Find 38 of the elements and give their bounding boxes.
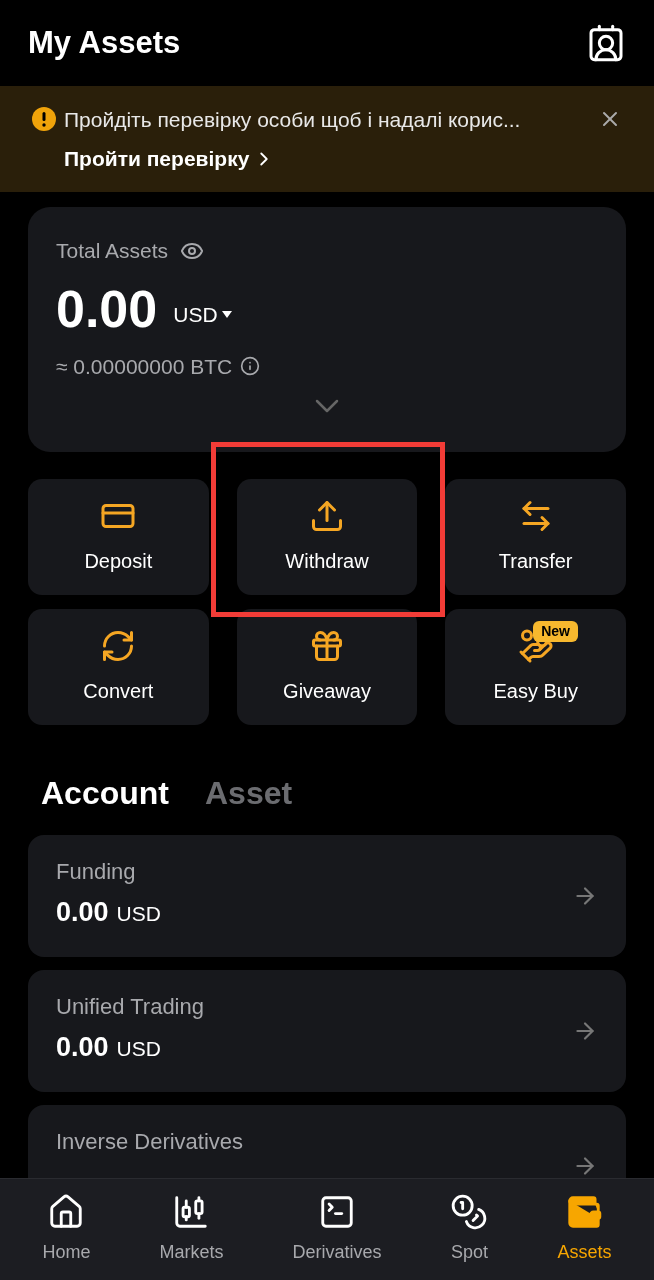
account-name: Inverse Derivatives (56, 1128, 244, 1156)
info-icon (240, 356, 261, 377)
nav-tab[interactable]: Spot (450, 1193, 489, 1266)
coins-icon (450, 1193, 489, 1231)
total-assets-label: Total Assets (56, 238, 169, 264)
account-card[interactable]: Inverse Derivatives (28, 1105, 626, 1178)
nav-tab[interactable]: Assets (557, 1193, 612, 1266)
account-amount: 0.00 (56, 896, 109, 929)
btc-equivalent: ≈ 0.00000000 BTC (56, 353, 233, 380)
account-name: Funding (56, 858, 137, 886)
account-amount: 0.00 (56, 1031, 109, 1064)
wallet-icon (565, 1193, 604, 1231)
nav-tab[interactable]: Markets (159, 1193, 224, 1266)
account-card[interactable]: Funding 0.00 USD (28, 835, 626, 957)
caret-icon (221, 311, 232, 319)
banner-message: Пройдіть перевірку особи щоб і надалі корис... (64, 106, 522, 133)
nav-tab[interactable]: Derivatives (292, 1193, 382, 1266)
action-button[interactable]: Convert (28, 609, 209, 725)
action-button[interactable]: Withdraw (236, 479, 418, 595)
gift-icon (309, 628, 345, 664)
section-tab[interactable]: Account (41, 769, 169, 817)
warning-icon (32, 107, 56, 132)
action-button[interactable]: Giveaway (236, 609, 418, 725)
section-tab[interactable]: Asset (205, 769, 293, 817)
upload-icon (309, 498, 345, 534)
total-amount: 0.00 (56, 282, 158, 335)
page-title: My Assets (28, 23, 181, 62)
action-button[interactable]: New Easy Buy (445, 609, 626, 725)
action-button[interactable]: Deposit (28, 479, 209, 595)
account-card[interactable]: Unified Trading 0.00 USD (28, 970, 626, 1092)
nav-tab[interactable]: Home (42, 1193, 91, 1266)
account-currency: USD (116, 1036, 161, 1062)
verify-link[interactable]: Пройти перевірку (64, 143, 276, 175)
action-button[interactable]: Transfer (445, 479, 626, 595)
new-badge: New (533, 621, 578, 642)
currency-dropdown[interactable]: USD (173, 299, 232, 331)
account-currency: USD (116, 901, 161, 927)
account-name: Unified Trading (56, 993, 204, 1021)
